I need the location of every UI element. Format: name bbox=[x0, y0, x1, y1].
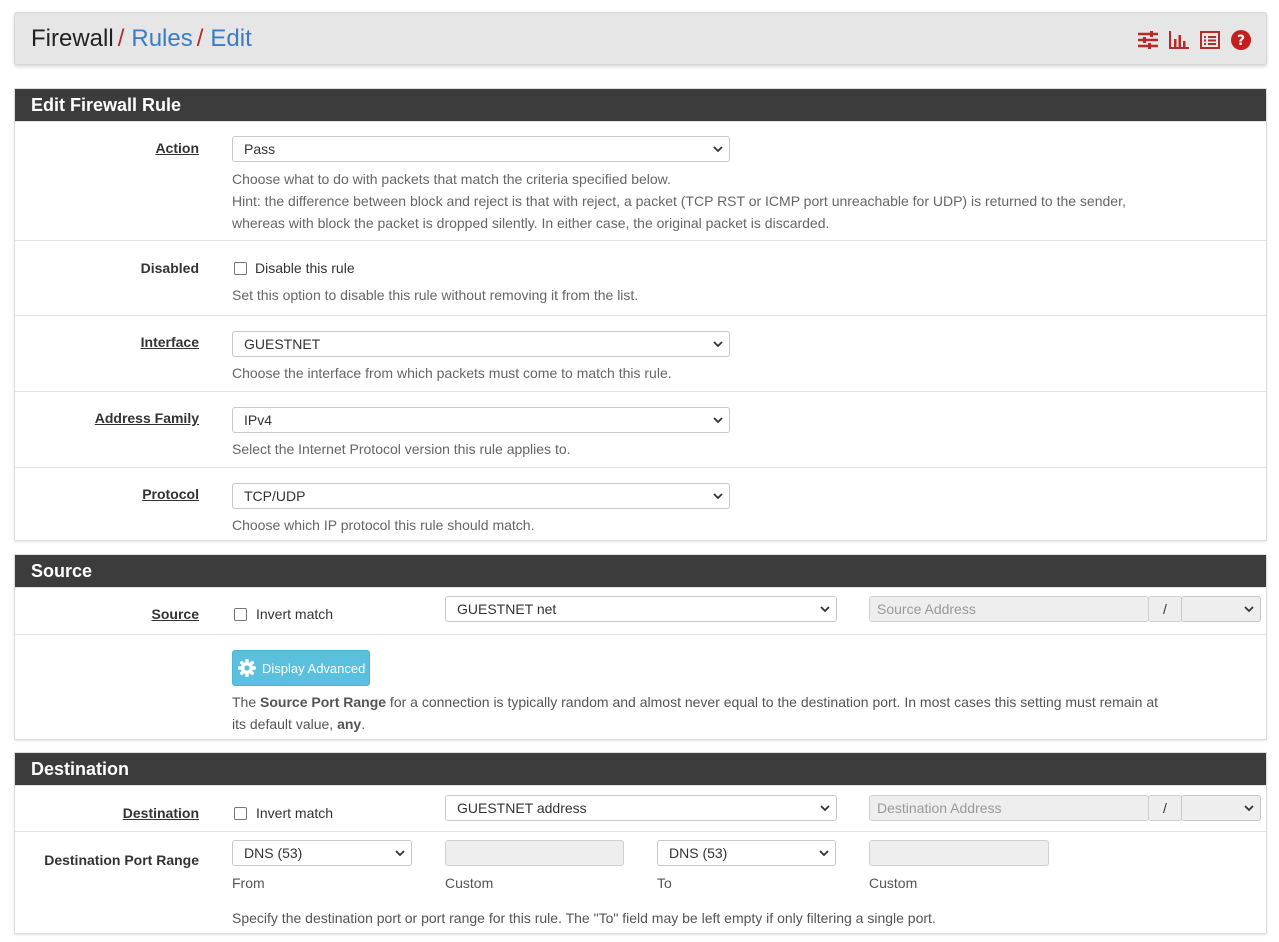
chevron-down-icon bbox=[1244, 606, 1254, 613]
help-circle-icon[interactable]: ? bbox=[1230, 29, 1252, 51]
disable-rule-checkbox-label[interactable]: Disable this rule bbox=[255, 260, 355, 276]
chevron-down-icon bbox=[713, 493, 723, 500]
help-text: The bbox=[232, 694, 261, 710]
breadcrumb-rules-link[interactable]: Rules bbox=[131, 25, 192, 52]
breadcrumb-separator: / bbox=[117, 25, 125, 52]
destination-row: Destination Invert match GUESTNET addres… bbox=[15, 785, 1266, 831]
disabled-row: Disabled Disable this rule Set this opti… bbox=[15, 240, 1266, 315]
sliders-icon[interactable] bbox=[1137, 29, 1159, 51]
protocol-help: Choose which IP protocol this rule shoul… bbox=[232, 517, 535, 533]
destination-slash: / bbox=[1148, 795, 1182, 821]
breadcrumb-separator: / bbox=[196, 25, 204, 52]
port-from-custom-input[interactable] bbox=[445, 840, 624, 866]
action-label[interactable]: Action bbox=[15, 140, 199, 156]
disabled-help: Set this option to disable this rule wit… bbox=[232, 287, 639, 303]
source-advanced-row: Display Advanced The Source Port Range f… bbox=[15, 634, 1266, 740]
port-to-value: DNS (53) bbox=[669, 845, 728, 861]
panel-title: Source bbox=[15, 555, 1266, 587]
bar-chart-icon[interactable] bbox=[1168, 29, 1190, 51]
help-text: for a connection is typically random and… bbox=[386, 694, 1158, 710]
destination-port-range-row: Destination Port Range DNS (53) DNS (53)… bbox=[15, 831, 1266, 935]
help-bold: any bbox=[337, 716, 362, 732]
action-row: Action Pass Choose what to do with packe… bbox=[15, 121, 1266, 240]
breadcrumb-firewall: Firewall bbox=[31, 25, 114, 52]
source-row: Source Invert match GUESTNET net Source … bbox=[15, 587, 1266, 634]
port-to-select[interactable]: DNS (53) bbox=[657, 840, 836, 866]
address-family-row: Address Family IPv4 Select the Internet … bbox=[15, 391, 1266, 467]
source-type-value: GUESTNET net bbox=[457, 601, 557, 617]
source-invert-label[interactable]: Invert match bbox=[256, 606, 333, 622]
chevron-down-icon bbox=[1244, 805, 1254, 812]
address-family-help: Select the Internet Protocol version thi… bbox=[232, 441, 571, 457]
interface-select-value: GUESTNET bbox=[244, 336, 321, 352]
interface-select[interactable]: GUESTNET bbox=[232, 331, 730, 357]
interface-help: Choose the interface from which packets … bbox=[232, 365, 672, 381]
port-from-value: DNS (53) bbox=[244, 845, 303, 861]
destination-mask-select[interactable] bbox=[1181, 795, 1261, 821]
list-icon[interactable] bbox=[1199, 29, 1221, 51]
breadcrumb-edit-link[interactable]: Edit bbox=[210, 25, 251, 52]
action-help: Choose what to do with packets that matc… bbox=[232, 168, 1126, 234]
source-type-select[interactable]: GUESTNET net bbox=[445, 596, 837, 622]
action-hint-line: Hint: the difference between block and r… bbox=[232, 193, 1126, 209]
destination-port-range-label: Destination Port Range bbox=[44, 852, 199, 868]
chevron-down-icon bbox=[820, 606, 830, 613]
source-mask-select[interactable] bbox=[1181, 596, 1261, 622]
from-label: From bbox=[232, 875, 265, 891]
destination-invert-label[interactable]: Invert match bbox=[256, 805, 333, 821]
display-advanced-button[interactable]: Display Advanced bbox=[232, 650, 370, 686]
source-invert-checkbox[interactable] bbox=[234, 608, 247, 621]
header-icons: ? bbox=[1137, 29, 1252, 51]
port-to-custom-input[interactable] bbox=[869, 840, 1049, 866]
disable-rule-checkbox[interactable] bbox=[234, 262, 247, 275]
svg-text:?: ? bbox=[1237, 33, 1245, 49]
to-label: To bbox=[657, 875, 672, 891]
breadcrumb-bar: Firewall / Rules / Edit ? bbox=[14, 12, 1267, 65]
source-slash: / bbox=[1148, 596, 1182, 622]
chevron-down-icon bbox=[819, 850, 829, 857]
destination-type-select[interactable]: GUESTNET address bbox=[445, 795, 837, 821]
help-bold: Source Port Range bbox=[260, 694, 387, 710]
help-text: its default value, bbox=[232, 716, 338, 732]
gear-icon bbox=[238, 659, 256, 677]
address-family-select[interactable]: IPv4 bbox=[232, 407, 730, 433]
chevron-down-icon bbox=[713, 146, 723, 153]
protocol-label[interactable]: Protocol bbox=[15, 486, 199, 502]
custom-label: Custom bbox=[445, 875, 494, 891]
panel-title: Edit Firewall Rule bbox=[15, 89, 1266, 121]
protocol-select[interactable]: TCP/UDP bbox=[232, 483, 730, 509]
action-hint-line: whereas with block the packet is dropped… bbox=[232, 215, 830, 231]
help-text: . bbox=[361, 716, 366, 732]
source-panel: Source Source Invert match GUESTNET net … bbox=[14, 554, 1267, 740]
interface-row: Interface GUESTNET Choose the interface … bbox=[15, 315, 1266, 391]
address-family-label[interactable]: Address Family bbox=[15, 410, 199, 426]
panel-title: Destination bbox=[15, 753, 1266, 785]
destination-label[interactable]: Destination bbox=[15, 805, 199, 821]
edit-rule-panel: Edit Firewall Rule Action Pass Choose wh… bbox=[14, 88, 1267, 541]
interface-label[interactable]: Interface bbox=[15, 334, 199, 350]
destination-port-help: Specify the destination port or port ran… bbox=[232, 910, 936, 926]
source-address-input[interactable]: Source Address bbox=[869, 596, 1149, 622]
destination-type-value: GUESTNET address bbox=[457, 800, 587, 816]
protocol-select-value: TCP/UDP bbox=[244, 488, 306, 504]
disabled-label: Disabled bbox=[140, 260, 199, 276]
port-from-select[interactable]: DNS (53) bbox=[232, 840, 412, 866]
action-select[interactable]: Pass bbox=[232, 136, 730, 162]
breadcrumb: Firewall / Rules / Edit bbox=[31, 24, 252, 54]
source-label[interactable]: Source bbox=[15, 606, 199, 622]
address-family-select-value: IPv4 bbox=[244, 412, 273, 428]
action-help-line: Choose what to do with packets that matc… bbox=[232, 171, 671, 187]
action-select-value: Pass bbox=[244, 141, 276, 157]
chevron-down-icon bbox=[395, 850, 405, 857]
protocol-row: Protocol TCP/UDP Choose which IP protoco… bbox=[15, 467, 1266, 541]
source-port-help: The Source Port Range for a connection i… bbox=[232, 691, 1158, 735]
destination-panel: Destination Destination Invert match GUE… bbox=[14, 752, 1267, 934]
display-advanced-label: Display Advanced bbox=[262, 660, 366, 676]
destination-address-input[interactable]: Destination Address bbox=[869, 795, 1149, 821]
chevron-down-icon bbox=[820, 805, 830, 812]
chevron-down-icon bbox=[713, 417, 723, 424]
chevron-down-icon bbox=[713, 341, 723, 348]
custom-label: Custom bbox=[869, 875, 918, 891]
destination-invert-checkbox[interactable] bbox=[234, 807, 247, 820]
